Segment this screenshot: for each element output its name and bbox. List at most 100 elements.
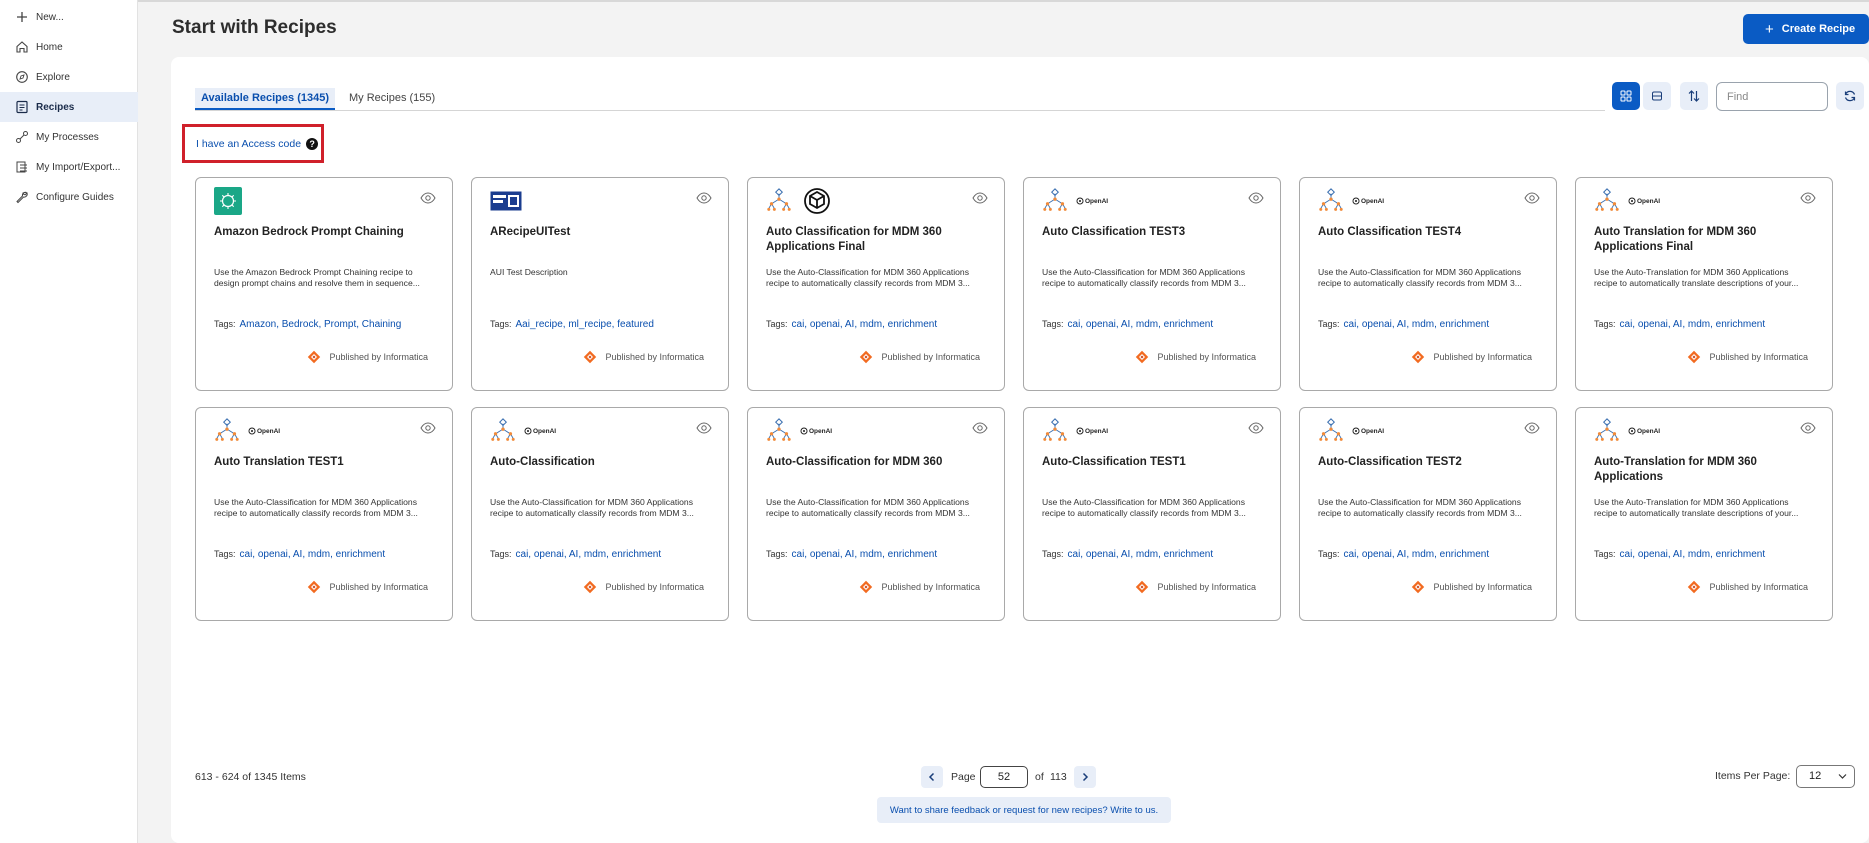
feedback-link[interactable]: Want to share feedback or request for ne…: [877, 797, 1171, 823]
recipe-card[interactable]: OpenAI Auto Classification TEST4 Use the A…: [1299, 177, 1557, 391]
recipe-description: Use the Auto-Translation for MDM 360 App…: [1594, 497, 1799, 518]
informatica-icon: [308, 350, 321, 364]
tab-my-recipes[interactable]: My Recipes (155): [349, 88, 435, 110]
eye-icon[interactable]: [1800, 422, 1816, 434]
tags-value[interactable]: cai, openai, AI, mdm, enrichment: [1620, 549, 1766, 560]
publisher-label: Published by Informatica: [1433, 352, 1532, 362]
tags-value[interactable]: cai, openai, AI, mdm, enrichment: [1344, 319, 1490, 330]
recipe-description: Use the Auto-Classification for MDM 360 …: [1042, 267, 1246, 288]
eye-icon[interactable]: [696, 422, 712, 434]
recipe-logo: [766, 187, 832, 215]
recipe-card[interactable]: OpenAI Auto-Translation for MDM 360 Appli…: [1575, 407, 1833, 621]
sidebar-item-my-processes[interactable]: My Processes: [0, 122, 138, 152]
sidebar-item-recipes[interactable]: Recipes: [0, 92, 138, 122]
recipe-logo: OpenAI: [1042, 187, 1108, 215]
informatica-icon: [1412, 580, 1425, 594]
sidebar-item-label: My Processes: [36, 131, 99, 143]
recipe-logo: [214, 187, 242, 215]
sidebar-item-label: My Import/Export...: [36, 161, 121, 173]
recipe-logo: OpenAI: [1318, 187, 1384, 215]
publisher-label: Published by Informatica: [1433, 582, 1532, 592]
refresh-button[interactable]: [1836, 82, 1864, 110]
sort-icon: [1688, 90, 1700, 102]
tree-logo: [490, 418, 516, 444]
publisher: Published by Informatica: [583, 350, 704, 364]
sidebar-item-explore[interactable]: Explore: [0, 62, 138, 92]
tags-value[interactable]: Amazon, Bedrock, Prompt, Chaining: [240, 319, 402, 330]
publisher: Published by Informatica: [307, 580, 428, 594]
tags-value[interactable]: cai, openai, AI, mdm, enrichment: [1344, 549, 1490, 560]
create-recipe-button[interactable]: + Create Recipe: [1743, 14, 1869, 44]
chevron-right-icon: [1082, 772, 1089, 782]
openai-logo: OpenAI: [800, 427, 832, 435]
eye-icon[interactable]: [1524, 192, 1540, 204]
eye-icon[interactable]: [1800, 192, 1816, 204]
sidebar-item-label: Explore: [36, 71, 70, 83]
recipe-card[interactable]: OpenAI Auto Translation TEST1 Use the Auto…: [195, 407, 453, 621]
eye-icon[interactable]: [972, 422, 988, 434]
recipe-logo: OpenAI: [214, 417, 280, 445]
openai-logo: OpenAI: [1076, 197, 1108, 205]
find-input[interactable]: [1716, 82, 1828, 111]
recipe-card[interactable]: OpenAI Auto-Classification TEST2 Use the A…: [1299, 407, 1557, 621]
help-icon[interactable]: ?: [306, 137, 319, 150]
sidebar: New... Home Explore Recipes My Processes…: [0, 0, 138, 843]
recipe-description: Use the Auto-Classification for MDM 360 …: [1318, 497, 1522, 518]
recipe-card[interactable]: ARecipeUITest AUI Test Description Tags: Aa…: [471, 177, 729, 391]
tags-value[interactable]: cai, openai, AI, mdm, enrichment: [792, 549, 938, 560]
recipe-title: Auto-Classification TEST1: [1042, 456, 1186, 468]
eye-icon[interactable]: [972, 192, 988, 204]
items-per-page-select[interactable]: 12: [1796, 765, 1855, 788]
tree-logo: [1042, 418, 1068, 444]
eye-icon[interactable]: [1248, 192, 1264, 204]
sidebar-item-home[interactable]: Home: [0, 32, 138, 62]
informatica-icon: [1688, 350, 1701, 364]
sidebar-item-configure-guides[interactable]: Configure Guides: [0, 182, 138, 212]
prev-page-button[interactable]: [921, 766, 943, 788]
next-page-button[interactable]: [1074, 766, 1096, 788]
grid-view-button[interactable]: [1612, 82, 1640, 110]
tags-label: Tags:: [1594, 319, 1616, 329]
informatica-icon: [308, 580, 321, 594]
openai-logo: OpenAI: [1352, 427, 1384, 435]
tags-value[interactable]: cai, openai, AI, mdm, enrichment: [1068, 319, 1214, 330]
recipe-title: Auto Classification TEST3: [1042, 226, 1186, 238]
list-view-button[interactable]: [1643, 82, 1671, 110]
recipe-tags: Tags: cai, openai, AI, mdm, enrichment: [1042, 549, 1213, 560]
tab-available-recipes[interactable]: Available Recipes (1345): [195, 88, 335, 110]
recipe-card[interactable]: OpenAI Auto Translation for MDM 360 Appli…: [1575, 177, 1833, 391]
publisher-label: Published by Informatica: [1157, 352, 1256, 362]
sort-button[interactable]: [1680, 82, 1708, 110]
recipe-card[interactable]: OpenAI Auto-Classification TEST1 Use the A…: [1023, 407, 1281, 621]
publisher: Published by Informatica: [859, 580, 980, 594]
recipe-card[interactable]: OpenAI Auto Classification TEST3 Use the A…: [1023, 177, 1281, 391]
eye-icon[interactable]: [696, 192, 712, 204]
tags-label: Tags:: [1318, 319, 1340, 329]
eye-icon[interactable]: [420, 422, 436, 434]
access-code-link[interactable]: I have an Access code: [196, 138, 301, 150]
tags-value[interactable]: Aai_recipe, ml_recipe, featured: [516, 319, 654, 330]
tags-value[interactable]: cai, openai, AI, mdm, enrichment: [1620, 319, 1766, 330]
recipe-tags: Tags: cai, openai, AI, mdm, enrichment: [1318, 549, 1489, 560]
sidebar-item-label: Home: [36, 41, 63, 53]
publisher-label: Published by Informatica: [1709, 352, 1808, 362]
tags-value[interactable]: cai, openai, AI, mdm, enrichment: [1068, 549, 1214, 560]
tags-label: Tags:: [1318, 549, 1340, 559]
recipe-card[interactable]: OpenAI Auto-Classification for MDM 360 Use…: [747, 407, 1005, 621]
recipe-card[interactable]: Auto Classification for MDM 360 Applicat…: [747, 177, 1005, 391]
recipe-card[interactable]: Amazon Bedrock Prompt Chaining Use the Am…: [195, 177, 453, 391]
sidebar-item-my-import-export[interactable]: My Import/Export...: [0, 152, 138, 182]
tags-value[interactable]: cai, openai, AI, mdm, enrichment: [516, 549, 662, 560]
eye-icon[interactable]: [420, 192, 436, 204]
page-number-input[interactable]: [980, 766, 1028, 788]
tags-value[interactable]: cai, openai, AI, mdm, enrichment: [792, 319, 938, 330]
tags-value[interactable]: cai, openai, AI, mdm, enrichment: [240, 549, 386, 560]
openai-logo: OpenAI: [1076, 427, 1108, 435]
recipe-card[interactable]: OpenAI Auto-Classification Use the Auto-Cl…: [471, 407, 729, 621]
eye-icon[interactable]: [1248, 422, 1264, 434]
sidebar-item-new[interactable]: New...: [0, 2, 138, 32]
recipe-title: Auto-Translation for MDM 360 Application…: [1594, 456, 1757, 483]
eye-icon[interactable]: [1524, 422, 1540, 434]
recipe-description: Use the Auto-Classification for MDM 360 …: [766, 267, 970, 288]
of-label: of: [1035, 771, 1044, 783]
